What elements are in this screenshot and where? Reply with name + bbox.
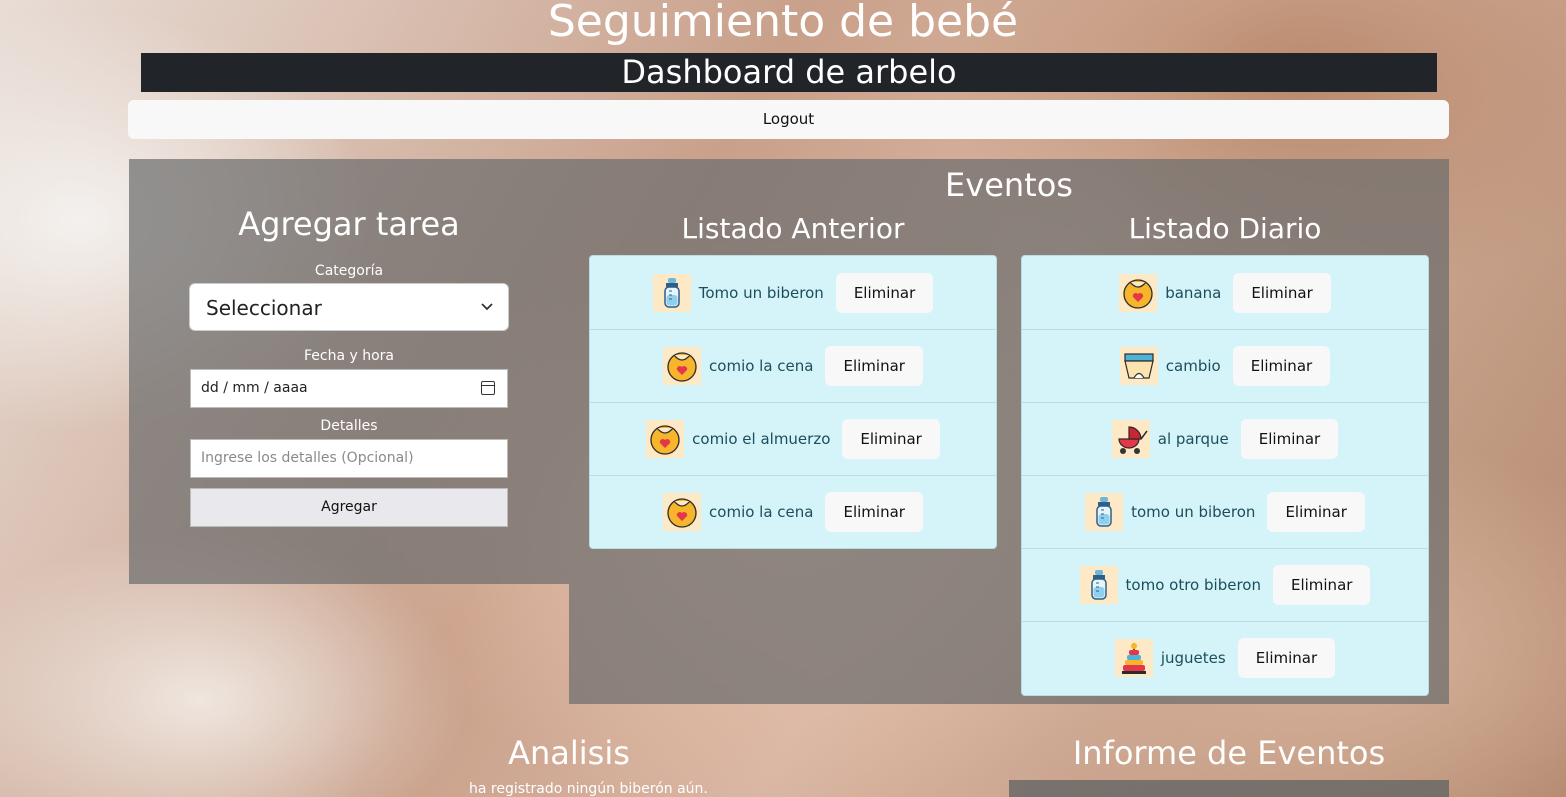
list-item: tomo un biberon Eliminar: [1022, 475, 1428, 549]
bib-icon: [1119, 273, 1158, 312]
analysis-note: ha registrado ningún biberón aún.: [469, 781, 708, 797]
event-text: comio la cena: [709, 356, 814, 375]
daily-events-list: banana Eliminar cambio Eliminar al parque Eli…: [1021, 255, 1429, 696]
details-placeholder: Ingrese los detalles (Opcional): [201, 450, 414, 466]
report-panel: [1009, 780, 1449, 797]
delete-button[interactable]: Eliminar: [825, 345, 923, 386]
list-item: comio el almuerzo Eliminar: [590, 402, 996, 476]
category-select[interactable]: Seleccionar: [189, 283, 509, 331]
delete-button[interactable]: Eliminar: [835, 272, 934, 313]
bottle-icon: [652, 273, 691, 312]
list-item: tomo otro biberon Eliminar: [1022, 548, 1428, 622]
bib-icon: [663, 346, 702, 385]
bottle-icon: [1079, 565, 1118, 604]
datetime-input[interactable]: dd / mm / aaaa: [190, 369, 508, 408]
chevron-down-icon: [480, 284, 494, 351]
list-item: cambio Eliminar: [1022, 329, 1428, 403]
list-item: Tomo un biberon Eliminar: [590, 256, 996, 330]
event-text: cambio: [1165, 356, 1221, 375]
datetime-input-value: dd / mm / aaaa: [201, 380, 308, 396]
event-text: al parque: [1157, 429, 1229, 448]
delete-button[interactable]: Eliminar: [1240, 418, 1339, 459]
list-item: comio la cena Eliminar: [590, 329, 996, 403]
event-text: comio la cena: [709, 502, 814, 521]
details-label: Detalles: [320, 418, 378, 434]
datetime-label: Fecha y hora: [303, 348, 394, 364]
events-heading: Eventos: [945, 166, 1073, 204]
delete-button[interactable]: Eliminar: [842, 418, 940, 459]
event-text: tomo otro biberon: [1125, 575, 1261, 594]
previous-events-list: Tomo un biberon Eliminar comio la cena Elim…: [589, 255, 997, 549]
dashboard-title-bar: Dashboard de arbelo: [141, 53, 1437, 92]
delete-button[interactable]: Eliminar: [1233, 272, 1331, 313]
details-input[interactable]: Ingrese los detalles (Opcional): [190, 439, 508, 478]
list-item: juguetes Eliminar: [1022, 621, 1428, 694]
analysis-heading: Analisis: [508, 734, 630, 772]
delete-button[interactable]: Eliminar: [1272, 564, 1371, 605]
add-task-heading: Agregar tarea: [238, 205, 460, 243]
bottle-icon: [1085, 492, 1124, 531]
calendar-icon[interactable]: [481, 381, 495, 395]
list-item: al parque Eliminar: [1022, 402, 1428, 476]
stroller-icon: [1111, 419, 1150, 458]
delete-button[interactable]: Eliminar: [1232, 345, 1331, 386]
toy-icon: [1114, 638, 1153, 677]
page-title: Seguimiento de bebé: [547, 0, 1019, 47]
event-text: banana: [1165, 283, 1222, 302]
event-text: Tomo un biberon: [698, 283, 824, 302]
bib-icon: [646, 419, 685, 458]
delete-button[interactable]: Eliminar: [1237, 637, 1336, 678]
add-button[interactable]: Agregar: [190, 488, 508, 527]
delete-button[interactable]: Eliminar: [825, 491, 923, 532]
logout-button[interactable]: Logout: [128, 100, 1449, 139]
bib-icon: [663, 492, 702, 531]
category-label: Categoría: [314, 263, 384, 279]
event-text: comio el almuerzo: [692, 429, 831, 448]
event-text: juguetes: [1160, 648, 1226, 667]
delete-button[interactable]: Eliminar: [1267, 491, 1365, 532]
list-item: banana Eliminar: [1022, 256, 1428, 330]
report-heading: Informe de Eventos: [1072, 734, 1386, 772]
event-text: tomo un biberon: [1131, 502, 1256, 521]
diaper-icon: [1119, 346, 1158, 385]
daily-list-heading: Listado Diario: [1128, 212, 1322, 245]
previous-list-heading: Listado Anterior: [681, 212, 905, 245]
category-select-value: Seleccionar: [206, 296, 322, 320]
list-item: comio la cena Eliminar: [590, 475, 996, 548]
